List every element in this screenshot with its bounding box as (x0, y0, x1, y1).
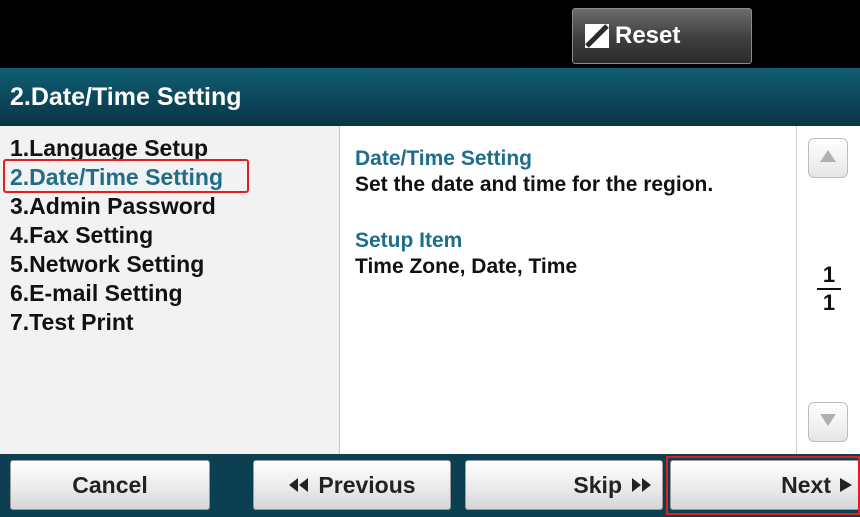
cancel-label: Cancel (72, 471, 148, 498)
triangle-up-icon (819, 149, 837, 168)
detail-description: Set the date and time for the region. (355, 173, 714, 196)
menu-item-fax-setting[interactable]: 4.Fax Setting (10, 221, 223, 250)
scroll-up-button[interactable] (808, 138, 848, 178)
previous-button[interactable]: Previous (253, 460, 451, 510)
reset-button[interactable]: Reset (572, 8, 752, 64)
scroll-column: 1 1 (796, 126, 860, 454)
scroll-down-button[interactable] (808, 402, 848, 442)
page-title: 2.Date/Time Setting (10, 82, 242, 111)
previous-label: Previous (318, 471, 416, 498)
title-bar: 2.Date/Time Setting (0, 68, 860, 126)
triangle-down-icon (819, 413, 837, 432)
detail-heading: Date/Time Setting (355, 147, 532, 170)
menu-item-email-setting[interactable]: 6.E-mail Setting (10, 279, 223, 308)
page-indicator: 1 1 (797, 264, 860, 314)
next-button[interactable]: Next (670, 460, 860, 510)
reset-icon (583, 22, 611, 50)
top-bar: Reset (0, 0, 860, 68)
skip-label: Skip (573, 471, 622, 498)
menu-item-date-time-setting[interactable]: 2.Date/Time Setting (10, 163, 223, 192)
skip-button[interactable]: Skip (465, 460, 663, 510)
page-current: 1 (822, 262, 836, 287)
menu-item-language-setup[interactable]: 1.Language Setup (10, 134, 223, 163)
setup-item-heading: Setup Item (355, 229, 463, 252)
double-chevron-left-icon (288, 477, 310, 493)
main-content: 1.Language Setup 2.Date/Time Setting 3.A… (0, 126, 860, 454)
cancel-button[interactable]: Cancel (10, 460, 210, 510)
setup-menu-list: 1.Language Setup 2.Date/Time Setting 3.A… (10, 134, 223, 337)
setup-item-value: Time Zone, Date, Time (355, 255, 578, 278)
setup-menu-panel: 1.Language Setup 2.Date/Time Setting 3.A… (0, 126, 340, 454)
next-label: Next (781, 471, 831, 498)
menu-item-test-print[interactable]: 7.Test Print (10, 308, 223, 337)
double-chevron-right-icon (630, 477, 652, 493)
page-total: 1 (822, 290, 836, 315)
menu-item-admin-password[interactable]: 3.Admin Password (10, 192, 223, 221)
triangle-right-icon (839, 477, 853, 493)
detail-panel: Date/Time Setting Set the date and time … (355, 146, 795, 280)
bottom-button-bar: Cancel Previous Skip Next (0, 454, 860, 517)
menu-item-network-setting[interactable]: 5.Network Setting (10, 250, 223, 279)
reset-label: Reset (615, 22, 681, 49)
